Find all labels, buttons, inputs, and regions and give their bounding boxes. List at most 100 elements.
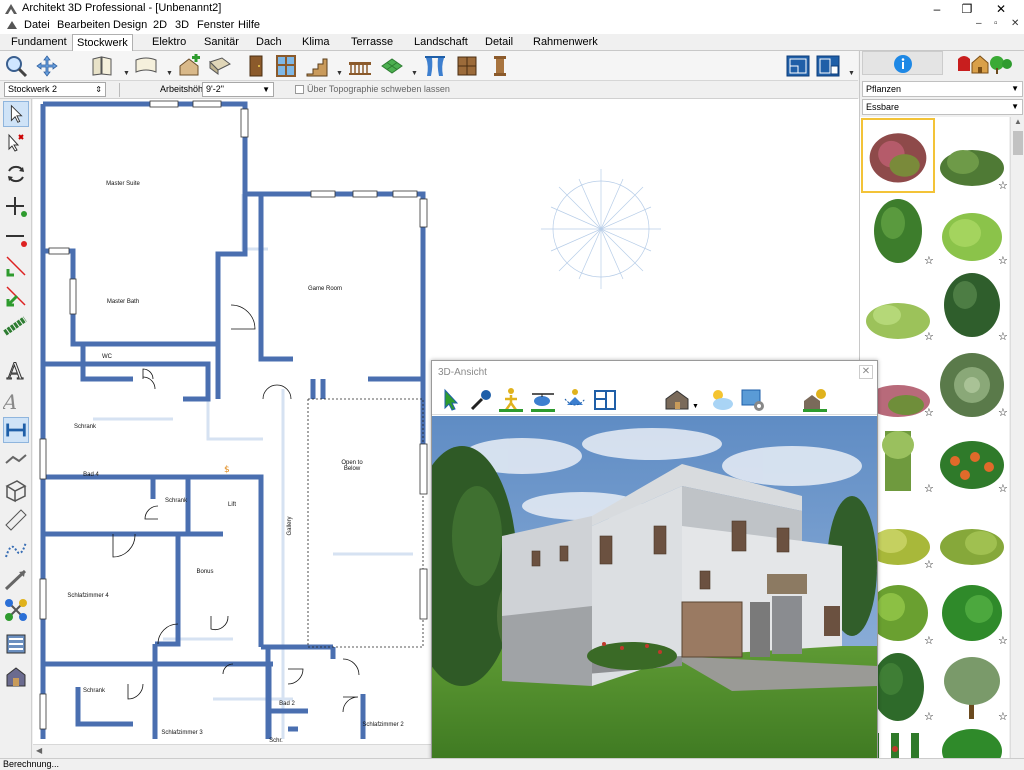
menu-2d[interactable]: 2D bbox=[153, 19, 167, 31]
eyedropper-icon[interactable] bbox=[468, 387, 494, 413]
dropdown-arrow-icon[interactable]: ▼ bbox=[848, 70, 855, 77]
walkthrough-icon[interactable] bbox=[498, 387, 524, 413]
favorite-star-icon[interactable]: ☆ bbox=[924, 482, 934, 495]
tab-stockwerk[interactable]: Stockwerk bbox=[72, 34, 133, 51]
select-arrow-icon[interactable] bbox=[3, 101, 29, 127]
maximize-button[interactable]: ❐ bbox=[952, 0, 982, 18]
select-3d-icon[interactable] bbox=[438, 387, 464, 413]
dropdown-arrow-icon[interactable]: ▼ bbox=[692, 403, 699, 410]
wall-book-icon[interactable] bbox=[90, 54, 114, 78]
menu-bearbeiten[interactable]: Bearbeiten bbox=[57, 19, 110, 31]
catalog-objects-icon[interactable] bbox=[956, 53, 1014, 75]
text-icon[interactable]: A bbox=[3, 357, 29, 384]
plan-layers-icon[interactable] bbox=[816, 54, 840, 78]
tab-elektro[interactable]: Elektro bbox=[148, 34, 190, 51]
cabinet-icon[interactable] bbox=[455, 54, 479, 78]
landscape-house-icon[interactable] bbox=[802, 387, 828, 413]
render-settings-icon[interactable] bbox=[740, 387, 766, 413]
dimension-icon[interactable] bbox=[3, 417, 29, 443]
floor-plan-icon[interactable] bbox=[208, 54, 232, 78]
remove-point-icon[interactable] bbox=[3, 223, 29, 249]
scroll-thumb[interactable] bbox=[1013, 131, 1023, 155]
minimize-button[interactable]: – bbox=[922, 0, 952, 18]
topography-checkbox[interactable] bbox=[295, 85, 304, 94]
join-wall-icon[interactable] bbox=[3, 283, 29, 309]
favorite-star-icon[interactable]: ☆ bbox=[998, 482, 1008, 495]
menu-datei[interactable]: Datei bbox=[24, 19, 50, 31]
tab-landschaft[interactable]: Landschaft bbox=[410, 34, 472, 51]
split-wall-icon[interactable] bbox=[3, 253, 29, 279]
line-icon[interactable] bbox=[3, 447, 29, 473]
tab-terrasse[interactable]: Terrasse bbox=[347, 34, 397, 51]
tab-rahmenwerk[interactable]: Rahmenwerk bbox=[529, 34, 602, 51]
dropdown-arrow-icon[interactable]: ▼ bbox=[166, 70, 173, 77]
3d-close-button[interactable]: ✕ bbox=[859, 365, 873, 379]
pan-icon[interactable] bbox=[35, 54, 59, 78]
text-3d-icon[interactable]: A bbox=[3, 387, 29, 413]
subcategory-select[interactable]: Essbare ▼ bbox=[862, 99, 1023, 115]
scroll-up-icon[interactable]: ▲ bbox=[1014, 117, 1022, 126]
menu-hilfe[interactable]: Hilfe bbox=[238, 19, 260, 31]
close-button[interactable]: ✕ bbox=[986, 0, 1016, 18]
layers-icon[interactable] bbox=[3, 631, 29, 657]
tab-sanitaer[interactable]: Sanitär bbox=[200, 34, 243, 51]
favorite-star-icon[interactable]: ☆ bbox=[998, 710, 1008, 723]
menu-3d[interactable]: 3D bbox=[175, 19, 189, 31]
floor-select[interactable]: Stockwerk 2 ⇕ bbox=[4, 82, 106, 97]
mdi-restore-button[interactable]: ▫ bbox=[994, 18, 998, 29]
tab-detail[interactable]: Detail bbox=[481, 34, 517, 51]
curved-wall-icon[interactable] bbox=[134, 54, 158, 78]
helicopter-icon[interactable] bbox=[530, 387, 556, 413]
menu-fenster[interactable]: Fenster bbox=[197, 19, 234, 31]
3d-render-viewport[interactable] bbox=[432, 416, 877, 760]
column-icon[interactable] bbox=[488, 54, 512, 78]
mdi-close-button[interactable]: ✕ bbox=[1011, 18, 1019, 29]
weather-icon[interactable] bbox=[708, 387, 734, 413]
scroll-left-icon[interactable]: ◀ bbox=[36, 746, 42, 755]
dropdown-arrow-icon[interactable]: ▼ bbox=[123, 70, 130, 77]
favorite-star-icon[interactable]: ☆ bbox=[924, 254, 934, 267]
spline-icon[interactable] bbox=[3, 537, 29, 563]
tab-dach[interactable]: Dach bbox=[252, 34, 286, 51]
favorite-star-icon[interactable]: ☆ bbox=[998, 254, 1008, 267]
zoom-icon[interactable] bbox=[4, 54, 28, 78]
add-point-icon[interactable] bbox=[3, 193, 29, 219]
favorite-star-icon[interactable]: ☆ bbox=[998, 179, 1008, 192]
floor-tile-icon[interactable] bbox=[380, 54, 404, 78]
network-icon[interactable] bbox=[3, 597, 29, 623]
favorite-star-icon[interactable]: ☆ bbox=[998, 330, 1008, 343]
dropdown-arrow-icon[interactable]: ▼ bbox=[411, 70, 418, 77]
add-room-icon[interactable] bbox=[177, 54, 201, 78]
door-icon[interactable] bbox=[244, 54, 268, 78]
favorite-star-icon[interactable]: ☆ bbox=[998, 406, 1008, 419]
ruler-icon[interactable] bbox=[3, 507, 29, 533]
tab-fundament[interactable]: Fundament bbox=[7, 34, 71, 51]
curtain-icon[interactable] bbox=[423, 54, 447, 78]
plant-thumbnail[interactable] bbox=[935, 497, 1009, 572]
railing-icon[interactable] bbox=[348, 54, 372, 78]
dollhouse-icon[interactable] bbox=[592, 387, 618, 413]
multi-select-icon[interactable] bbox=[3, 131, 29, 157]
box-icon[interactable] bbox=[3, 477, 29, 503]
document-icon[interactable] bbox=[6, 19, 18, 31]
favorite-star-icon[interactable]: ☆ bbox=[924, 330, 934, 343]
menu-design[interactable]: Design bbox=[113, 19, 147, 31]
plant-thumbnail[interactable] bbox=[935, 725, 1009, 759]
plan-view-icon[interactable] bbox=[786, 54, 810, 78]
building-icon[interactable] bbox=[3, 663, 29, 689]
vertical-scrollbar[interactable]: ▲ bbox=[1010, 117, 1024, 759]
house-view-icon[interactable] bbox=[664, 387, 690, 413]
tab-klima[interactable]: Klima bbox=[298, 34, 334, 51]
favorite-star-icon[interactable]: ☆ bbox=[924, 634, 934, 647]
height-field[interactable]: 9'-2" ▼ bbox=[202, 82, 274, 97]
category-select[interactable]: Pflanzen ▼ bbox=[862, 81, 1023, 97]
mdi-minimize-button[interactable]: – bbox=[976, 18, 982, 29]
measure-icon[interactable] bbox=[3, 567, 29, 593]
dropdown-arrow-icon[interactable]: ▼ bbox=[336, 70, 343, 77]
favorite-star-icon[interactable]: ☆ bbox=[924, 558, 934, 571]
rotate-icon[interactable] bbox=[3, 161, 29, 187]
favorite-star-icon[interactable]: ☆ bbox=[998, 634, 1008, 647]
hedge-icon[interactable] bbox=[3, 313, 29, 339]
window-icon[interactable] bbox=[274, 54, 298, 78]
plant-thumbnail[interactable] bbox=[861, 118, 935, 193]
